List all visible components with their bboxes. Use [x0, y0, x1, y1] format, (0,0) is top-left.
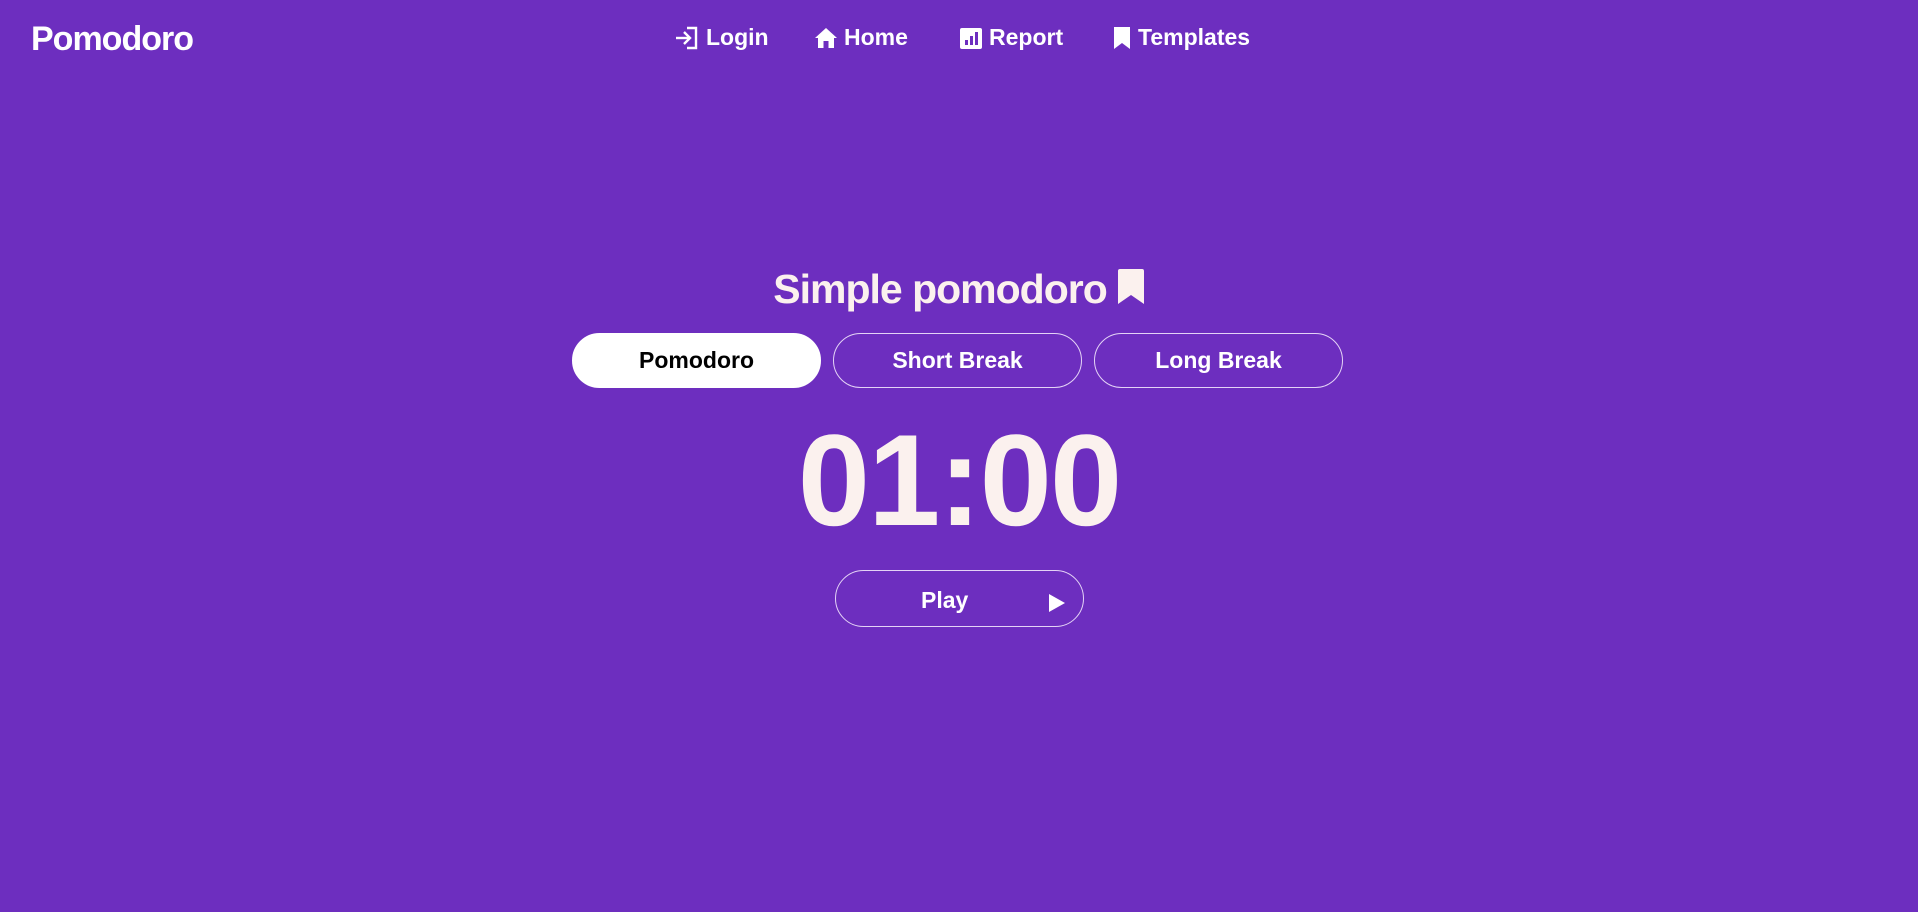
- tab-short-break[interactable]: Short Break: [833, 333, 1082, 388]
- nav-home[interactable]: Home: [814, 24, 908, 51]
- nav-login-label: Login: [706, 24, 769, 50]
- top-nav: Login Home Report Templates: [0, 24, 1918, 56]
- pomodoro-page: Pomodoro Login Home Report Templates Sim…: [0, 0, 1918, 912]
- home-icon: [814, 26, 838, 50]
- play-button[interactable]: Play: [835, 570, 1084, 627]
- bookmark-icon[interactable]: [1117, 269, 1145, 310]
- play-icon: [1049, 591, 1065, 618]
- nav-home-label: Home: [844, 24, 908, 50]
- template-title-row: Simple pomodoro: [0, 266, 1918, 313]
- nav-login[interactable]: Login: [674, 24, 769, 51]
- timer-mode-tabs: Pomodoro Short Break Long Break: [572, 333, 1343, 388]
- nav-templates-label: Templates: [1138, 24, 1251, 50]
- timer-display: 01:00: [797, 407, 1123, 553]
- nav-templates[interactable]: Templates: [1112, 24, 1250, 51]
- nav-report[interactable]: Report: [959, 24, 1063, 51]
- bookmark-icon: [1112, 26, 1132, 50]
- play-button-label: Play: [921, 587, 969, 613]
- report-icon: [959, 26, 983, 50]
- login-icon: [674, 26, 700, 50]
- nav-report-label: Report: [989, 24, 1064, 50]
- tab-long-break[interactable]: Long Break: [1094, 333, 1343, 388]
- tab-pomodoro[interactable]: Pomodoro: [572, 333, 821, 388]
- page-title: Simple pomodoro: [773, 266, 1107, 312]
